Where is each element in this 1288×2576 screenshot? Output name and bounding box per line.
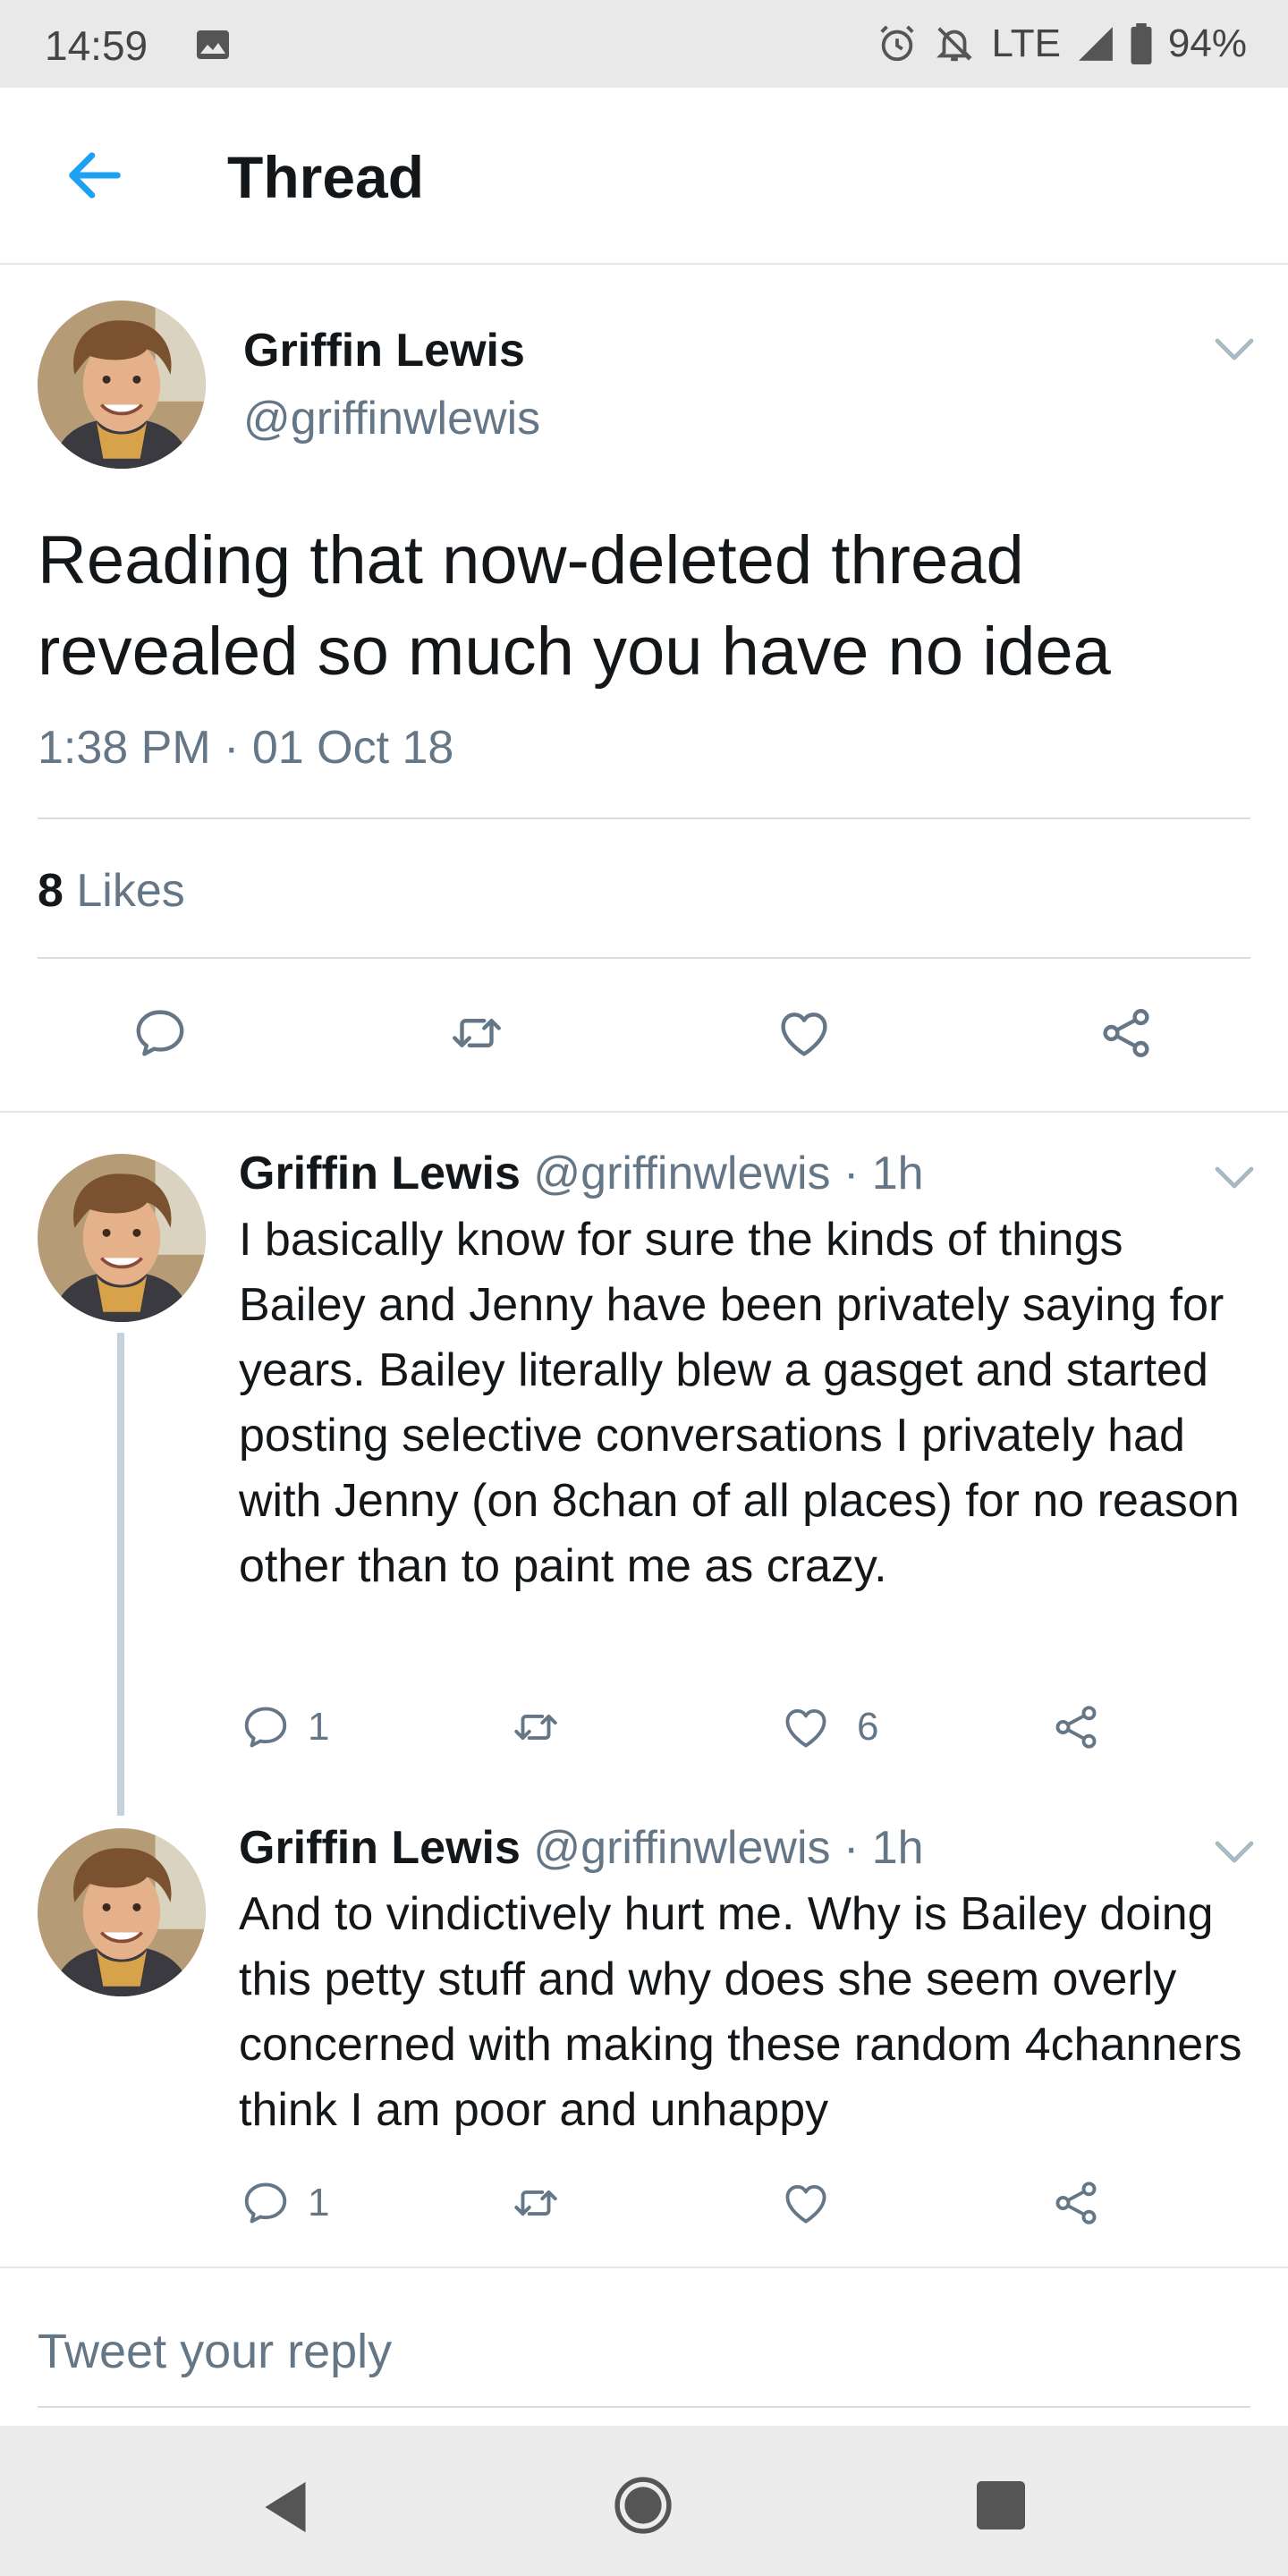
retweet-action[interactable] xyxy=(510,2177,562,2229)
like-count: 6 xyxy=(857,1705,879,1749)
recents-nav-icon[interactable] xyxy=(977,2481,1025,2529)
home-nav-icon[interactable] xyxy=(614,2476,673,2535)
status-time: 14:59 xyxy=(45,22,148,69)
reply-time: · 1h xyxy=(843,1822,924,1874)
main-tweet-timestamp: 1:38 PM · 01 Oct 18 xyxy=(38,722,454,774)
like-action[interactable] xyxy=(780,2177,832,2229)
battery-icon xyxy=(1131,23,1152,64)
status-bar: 14:59 LTE 94% xyxy=(0,0,1288,88)
back-arrow-icon[interactable] xyxy=(61,141,129,209)
reply-action[interactable]: 1 xyxy=(240,2177,329,2229)
likes-count: 8 xyxy=(38,865,64,917)
likes-label: Likes xyxy=(76,865,185,917)
thread-connector-line xyxy=(117,1333,124,1816)
like-icon[interactable] xyxy=(780,2177,832,2229)
like-icon[interactable] xyxy=(775,1004,834,1063)
battery-level: 94% xyxy=(1167,21,1247,65)
retweet-action[interactable] xyxy=(510,1701,562,1753)
retweet-icon[interactable] xyxy=(447,1004,506,1063)
share-action[interactable] xyxy=(1050,2177,1102,2229)
bell-off-icon xyxy=(936,27,973,62)
reply-count: 1 xyxy=(308,1705,330,1749)
reply-input[interactable]: Tweet your reply xyxy=(38,2324,392,2379)
app-bar: Thread xyxy=(0,88,1288,265)
section-divider xyxy=(0,1111,1288,1113)
main-tweet-author-handle[interactable]: @griffinwlewis xyxy=(243,392,540,445)
like-action[interactable]: 6 xyxy=(780,1701,878,1753)
reply-icon[interactable] xyxy=(240,1701,292,1753)
divider xyxy=(38,957,1250,959)
share-icon[interactable] xyxy=(1050,1701,1102,1753)
page-title: Thread xyxy=(227,144,425,210)
section-divider xyxy=(0,2267,1288,2268)
avatar[interactable] xyxy=(38,301,206,469)
reply-header: Griffin Lewis @griffinwlewis · 1h xyxy=(239,1147,924,1200)
share-icon[interactable] xyxy=(1050,2177,1102,2229)
reply-author-name[interactable]: Griffin Lewis xyxy=(239,1822,521,1874)
reply-count: 1 xyxy=(308,2181,330,2224)
chevron-down-icon[interactable] xyxy=(1215,1841,1254,1864)
retweet-icon[interactable] xyxy=(510,2177,562,2229)
reply-text: I basically know for sure the kinds of t… xyxy=(239,1214,1240,1592)
share-action[interactable] xyxy=(1050,1701,1102,1753)
status-right: LTE 94% xyxy=(877,21,1247,66)
reply-icon[interactable] xyxy=(131,1004,190,1063)
system-nav-bar xyxy=(0,2426,1288,2576)
reply-author-handle[interactable]: @griffinwlewis xyxy=(533,1822,830,1874)
main-tweet-text: Reading that now-deleted thread revealed… xyxy=(38,522,1111,690)
reply-input-underline xyxy=(38,2406,1250,2408)
reply-time: · 1h xyxy=(843,1148,924,1199)
reply-icon[interactable] xyxy=(240,2177,292,2229)
like-icon[interactable] xyxy=(780,1701,832,1753)
chevron-down-icon[interactable] xyxy=(1215,338,1254,361)
reply-header: Griffin Lewis @griffinwlewis · 1h xyxy=(239,1821,924,1875)
reply-text: And to vindictively hurt me. Why is Bail… xyxy=(239,1888,1242,2136)
likes-summary[interactable]: 8 Likes xyxy=(38,864,185,918)
reply-author-handle[interactable]: @griffinwlewis xyxy=(533,1148,830,1199)
main-tweet-author-name[interactable]: Griffin Lewis xyxy=(243,324,525,377)
reply-author-name[interactable]: Griffin Lewis xyxy=(239,1148,521,1199)
back-nav-icon[interactable] xyxy=(259,2479,311,2535)
chevron-down-icon[interactable] xyxy=(1215,1166,1254,1190)
reply-action[interactable]: 1 xyxy=(240,1701,329,1753)
avatar[interactable] xyxy=(38,1154,206,1322)
image-icon xyxy=(197,30,229,59)
avatar[interactable] xyxy=(38,1828,206,1996)
signal-icon xyxy=(1079,27,1113,61)
retweet-icon[interactable] xyxy=(510,1701,562,1753)
network-type: LTE xyxy=(991,21,1061,65)
alarm-icon xyxy=(880,25,915,62)
share-icon[interactable] xyxy=(1097,1004,1156,1063)
divider xyxy=(38,818,1250,819)
